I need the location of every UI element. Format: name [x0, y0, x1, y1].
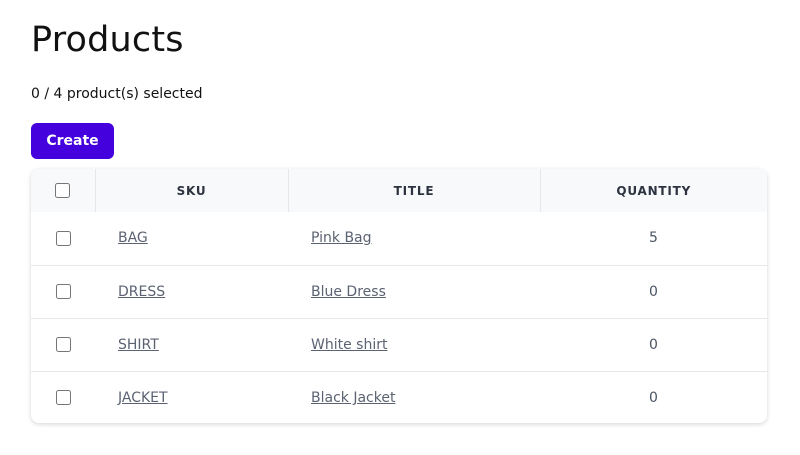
table-row: SHIRT White shirt 0	[31, 318, 767, 371]
table-row: BAG Pink Bag 5	[31, 212, 767, 265]
title-link[interactable]: Black Jacket	[311, 390, 395, 406]
create-button[interactable]: Create	[31, 123, 114, 159]
products-page: Products 0 / 4 product(s) selected Creat…	[0, 0, 800, 455]
row-checkbox[interactable]	[55, 390, 71, 406]
sku-cell: DRESS	[95, 265, 288, 318]
select-all-header	[31, 169, 96, 212]
table-row: JACKET Black Jacket 0	[31, 371, 767, 423]
selection-count: 0 / 4 product(s) selected	[31, 86, 203, 102]
title-cell: Pink Bag	[288, 212, 540, 265]
header-row: SKU TITLE QUANTITY	[31, 169, 767, 212]
quantity-column-header[interactable]: QUANTITY	[540, 169, 767, 212]
table-body: BAG Pink Bag 5 DRESS Blue Dress 0 SHIRT …	[31, 212, 767, 423]
sku-cell: SHIRT	[95, 318, 288, 371]
sku-link[interactable]: SHIRT	[118, 337, 159, 353]
title-link[interactable]: White shirt	[311, 337, 387, 353]
quantity-cell: 5	[649, 230, 658, 247]
products-table-card: SKU TITLE QUANTITY BAG Pink Bag 5 DRESS …	[31, 169, 767, 423]
sku-link[interactable]: DRESS	[118, 284, 165, 300]
row-select-cell	[31, 265, 95, 318]
row-select-cell	[31, 212, 95, 265]
sku-cell: BAG	[95, 212, 288, 265]
quantity-cell: 0	[649, 283, 658, 300]
products-table: SKU TITLE QUANTITY BAG Pink Bag 5 DRESS …	[31, 169, 767, 423]
sku-column-header[interactable]: SKU	[95, 169, 289, 212]
row-select-cell	[31, 371, 95, 423]
quantity-cell: 0	[649, 389, 658, 406]
table-header: SKU TITLE QUANTITY	[31, 169, 767, 212]
sku-link[interactable]: JACKET	[118, 390, 168, 406]
sku-cell: JACKET	[95, 371, 288, 423]
row-checkbox[interactable]	[55, 337, 71, 352]
select-all-checkbox[interactable]	[55, 183, 71, 198]
title-cell: Blue Dress	[288, 265, 540, 318]
title-column-header[interactable]: TITLE	[288, 169, 541, 212]
title-link[interactable]: Blue Dress	[311, 284, 386, 300]
sku-link[interactable]: BAG	[118, 230, 148, 246]
title-cell: Black Jacket	[288, 371, 540, 423]
row-select-cell	[31, 318, 95, 371]
table-row: DRESS Blue Dress 0	[31, 265, 767, 318]
quantity-cell: 0	[649, 336, 658, 353]
page-title: Products	[31, 20, 184, 60]
row-checkbox[interactable]	[55, 284, 71, 299]
title-cell: White shirt	[288, 318, 540, 371]
row-checkbox[interactable]	[55, 230, 71, 246]
title-link[interactable]: Pink Bag	[311, 230, 372, 246]
